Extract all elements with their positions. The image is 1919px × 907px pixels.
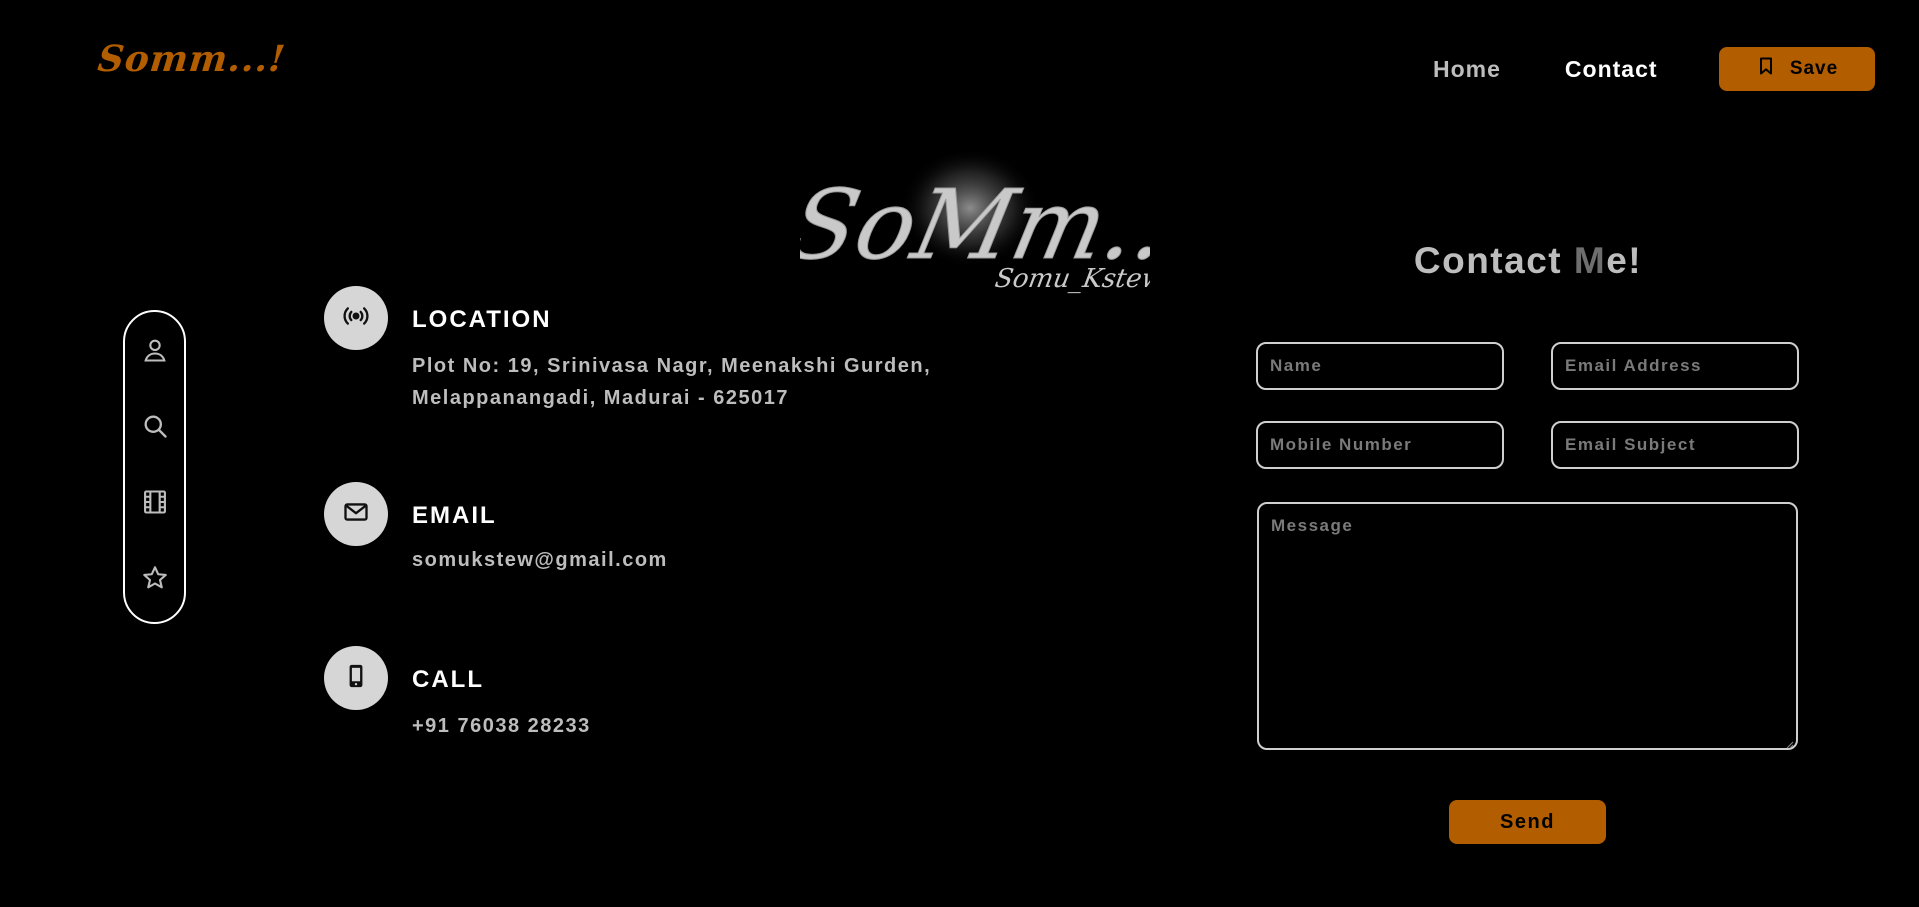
bookmark-icon [1756,56,1776,82]
nav-contact[interactable]: Contact [1565,56,1658,83]
user-icon[interactable] [141,336,169,364]
signature-logo: SoMm...! Somu_Kstew [780,148,1247,300]
form-title-main: Contact [1413,240,1574,281]
location-badge [324,286,388,350]
email-address-field[interactable] [1551,342,1799,390]
broadcast-icon [342,302,370,335]
film-icon[interactable] [141,488,169,516]
form-title: Contact Me! [1256,240,1800,282]
form-title-dim: M [1573,240,1607,281]
star-icon[interactable] [141,564,169,592]
save-button[interactable]: Save [1719,47,1875,91]
phone-number[interactable]: +91 76038 28233 [412,710,591,742]
name-field[interactable] [1256,342,1504,390]
email-badge [324,482,388,546]
brand-logo[interactable]: Somm...! [96,38,288,80]
save-button-label: Save [1789,58,1839,79]
svg-text:Somu_Kstew: Somu_Kstew [993,264,1150,294]
form-title-end: e! [1606,240,1643,281]
message-field[interactable] [1257,502,1798,750]
email-address[interactable]: somukstew@gmail.com [412,544,668,576]
call-title: CALL [412,666,484,693]
email-title: EMAIL [412,502,497,529]
phone-icon [342,662,370,695]
contact-page: Somm...! Home Contact Save SoMm...! Somu… [0,0,1919,907]
mobile-number-field[interactable] [1256,421,1504,469]
send-button[interactable]: Send [1449,800,1606,844]
location-title: LOCATION [412,306,552,333]
search-icon[interactable] [141,412,169,440]
mail-icon [342,498,370,531]
resize-grip-icon[interactable] [1786,736,1794,749]
email-subject-field[interactable] [1551,421,1799,469]
call-badge [324,646,388,710]
location-address-line2: Melappanangadi, Madurai - 625017 [412,387,789,409]
icon-sidebar [123,310,186,624]
main-nav: Home Contact [1433,56,1658,83]
location-address-line1: Plot No: 19, Srinivasa Nagr, Meenakshi G… [412,355,932,377]
nav-home[interactable]: Home [1433,56,1501,83]
